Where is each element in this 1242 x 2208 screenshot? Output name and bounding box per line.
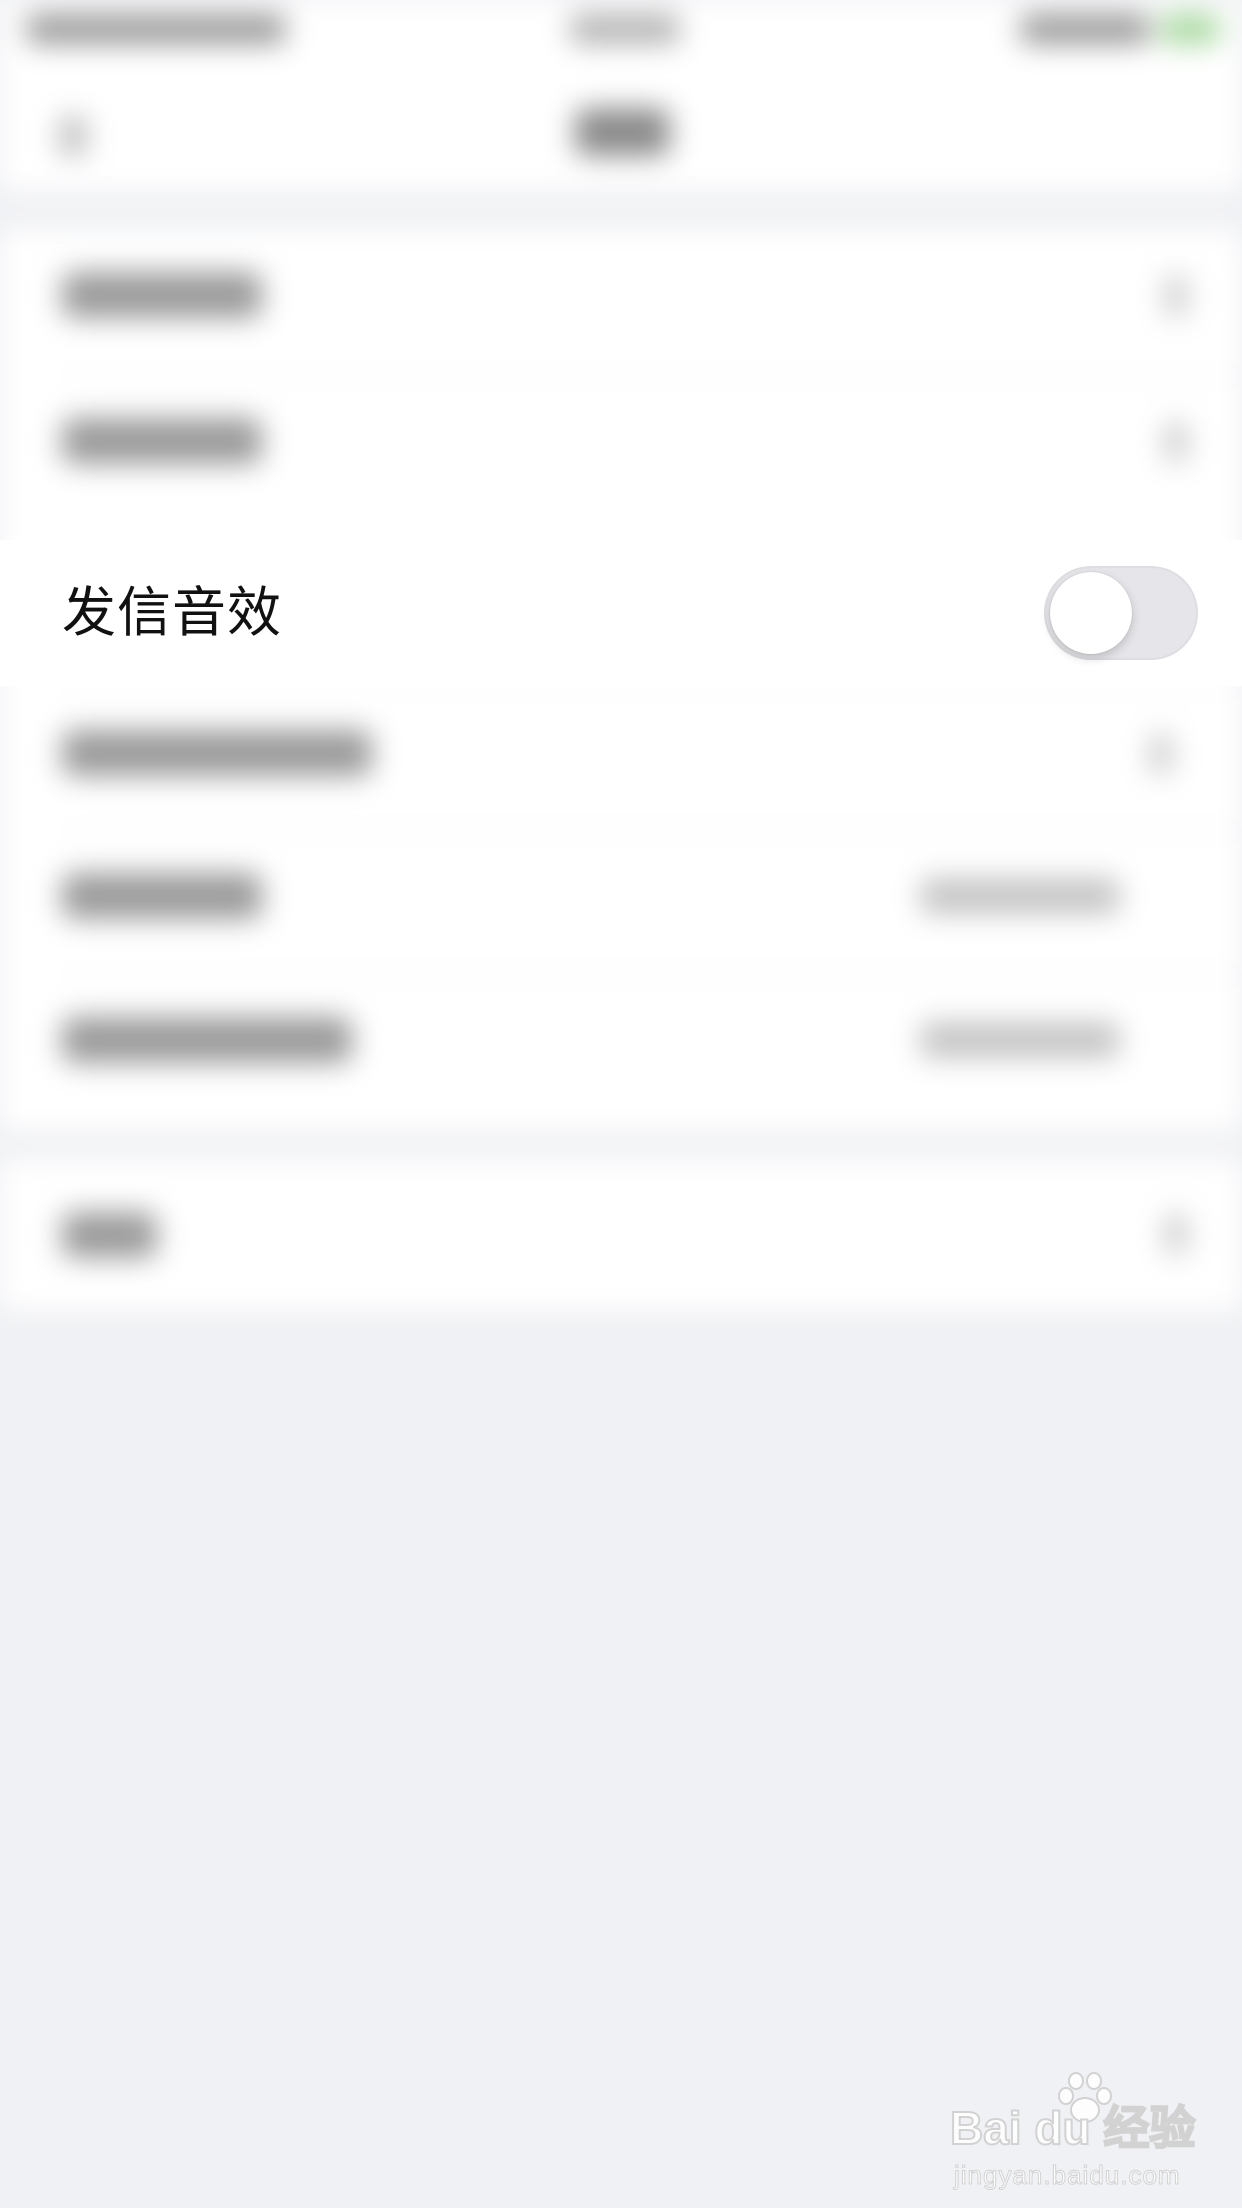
back-icon[interactable] [60, 116, 86, 156]
chevron-right-icon [1165, 276, 1187, 316]
send-sound-effect-label: 发信音效 [62, 581, 282, 644]
send-sound-effect-toggle[interactable] [1044, 566, 1198, 660]
baidu-jingyan-watermark: Bai du 经验 jingyan.baidu.com [949, 2070, 1220, 2191]
row-divider [62, 830, 1242, 832]
status-indicators-blur [1020, 14, 1150, 44]
page-title-blur [575, 108, 670, 156]
blurred-row-label[interactable] [62, 1212, 157, 1258]
chevron-right-icon [1165, 1214, 1187, 1254]
chevron-right-icon [1165, 422, 1187, 462]
watermark-url: jingyan.baidu.com [954, 2160, 1181, 2191]
blurred-row-label[interactable] [62, 272, 262, 318]
watermark-brand: Bai du 经验 [949, 2101, 1196, 2155]
row-divider [62, 375, 1242, 377]
navigation-bar [0, 60, 1242, 190]
toggle-knob[interactable] [1050, 572, 1132, 654]
row-divider [62, 974, 1242, 976]
status-time-blur [570, 14, 680, 44]
blurred-row-label[interactable] [62, 418, 262, 464]
send-sound-effect-row[interactable]: 发信音效 [0, 540, 1242, 686]
chevron-right-icon [1150, 734, 1172, 774]
settings-group-1 [0, 230, 1242, 540]
row-divider [62, 686, 1242, 688]
blurred-row-value [920, 878, 1120, 914]
status-carrier-blur [26, 14, 286, 44]
settings-group-3 [0, 1160, 1242, 1310]
blurred-row-value [920, 1022, 1120, 1058]
blurred-background [0, 0, 1242, 2208]
blurred-row-label[interactable] [62, 1017, 352, 1063]
blurred-row-label[interactable] [62, 730, 372, 776]
battery-icon [1160, 14, 1220, 44]
status-bar [0, 0, 1242, 60]
blurred-row-label[interactable] [62, 873, 262, 919]
